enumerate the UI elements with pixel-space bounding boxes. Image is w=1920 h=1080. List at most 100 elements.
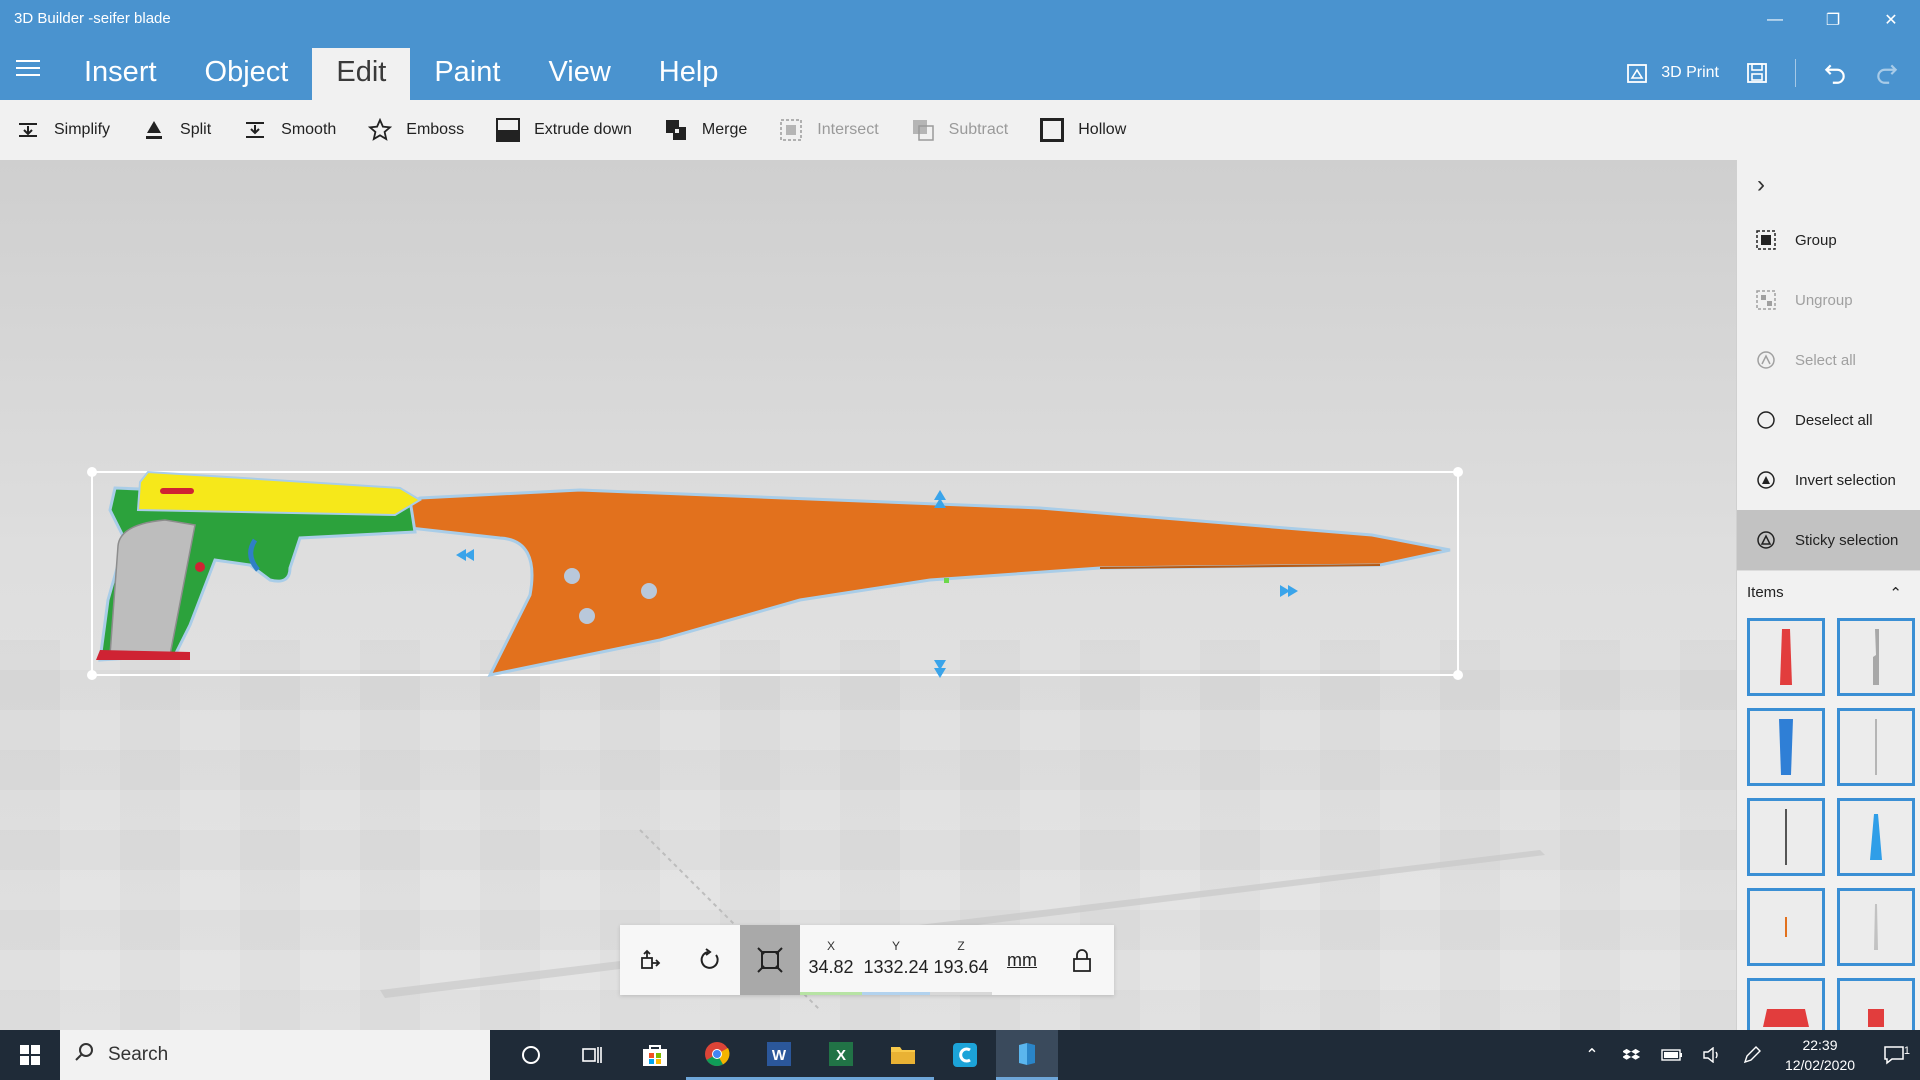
cortana-button[interactable] xyxy=(500,1030,562,1080)
x-value[interactable]: 34.82 xyxy=(808,957,853,978)
group-icon xyxy=(1755,229,1777,251)
ungroup-button[interactable]: Ungroup xyxy=(1737,270,1920,330)
z-value[interactable]: 193.64 xyxy=(933,957,988,978)
item-thumbnail[interactable] xyxy=(1747,888,1825,966)
item-thumbnail[interactable] xyxy=(1747,798,1825,876)
pivot-point xyxy=(944,578,949,583)
item-thumbnail[interactable] xyxy=(1837,618,1915,696)
tab-object[interactable]: Object xyxy=(181,48,313,100)
corner-handle-br[interactable] xyxy=(1453,670,1463,680)
3d-print-button[interactable]: 3D Print xyxy=(1625,61,1719,85)
ccleaner-app[interactable] xyxy=(934,1030,996,1080)
y-dimension[interactable]: Y 1332.24 xyxy=(862,925,930,995)
close-button[interactable]: ✕ xyxy=(1862,0,1920,40)
battery-tray-icon[interactable] xyxy=(1652,1049,1692,1061)
tab-edit[interactable]: Edit xyxy=(312,48,411,100)
corner-handle-tl[interactable] xyxy=(87,467,97,477)
invert-selection-icon xyxy=(1755,469,1777,491)
file-explorer-app[interactable] xyxy=(872,1030,934,1080)
show-hidden-icons-button[interactable]: ⌃ xyxy=(1572,1045,1612,1065)
simplify-button[interactable]: Simplify xyxy=(16,118,110,142)
start-button[interactable] xyxy=(0,1030,60,1080)
subtract-button[interactable]: Subtract xyxy=(911,118,1008,142)
extrude-down-icon xyxy=(496,118,521,142)
smooth-button[interactable]: Smooth xyxy=(243,118,336,142)
tab-insert[interactable]: Insert xyxy=(60,48,181,100)
task-view-icon xyxy=(582,1047,602,1063)
item-thumbnail[interactable] xyxy=(1837,708,1915,786)
store-app[interactable] xyxy=(624,1030,686,1080)
emboss-button[interactable]: Emboss xyxy=(368,118,464,142)
svg-text:W: W xyxy=(772,1047,787,1064)
select-all-icon xyxy=(1755,349,1777,371)
smooth-icon xyxy=(243,118,267,142)
tab-paint[interactable]: Paint xyxy=(410,48,524,100)
excel-app[interactable]: X xyxy=(810,1030,872,1080)
z-dimension[interactable]: Z 193.64 xyxy=(930,925,992,995)
red-part-icon xyxy=(1780,629,1792,685)
move-tool-button[interactable] xyxy=(620,925,680,995)
notification-count: 1 xyxy=(1903,1045,1910,1057)
minimize-button[interactable]: — xyxy=(1746,0,1804,40)
search-placeholder: Search xyxy=(108,1044,169,1065)
redo-icon[interactable] xyxy=(1874,60,1900,86)
merge-button[interactable]: Merge xyxy=(664,118,747,142)
3d-viewport[interactable] xyxy=(0,160,1736,1030)
task-view-button[interactable] xyxy=(562,1030,624,1080)
select-all-button[interactable]: Select all xyxy=(1737,330,1920,390)
x-dimension[interactable]: X 34.82 xyxy=(800,925,862,995)
menu-icon[interactable] xyxy=(16,60,40,76)
chevron-right-icon: › xyxy=(1757,171,1765,198)
invert-selection-label: Invert selection xyxy=(1795,471,1896,489)
extrude-down-button[interactable]: Extrude down xyxy=(496,118,632,142)
save-icon[interactable] xyxy=(1745,61,1769,85)
chrome-icon xyxy=(705,1041,730,1066)
split-button[interactable]: Split xyxy=(142,118,211,142)
pen-tray-icon[interactable] xyxy=(1732,1045,1772,1065)
move-left-arrow-icon[interactable] xyxy=(456,549,474,561)
emboss-label: Emboss xyxy=(406,121,465,138)
move-right-arrow-icon[interactable] xyxy=(1280,585,1298,597)
taskbar-search[interactable]: Search xyxy=(60,1030,490,1080)
y-value[interactable]: 1332.24 xyxy=(863,957,928,978)
intersect-button[interactable]: Intersect xyxy=(779,118,879,142)
blade-model[interactable] xyxy=(397,488,1451,678)
items-header[interactable]: Items ⌃ xyxy=(1737,570,1920,614)
group-button[interactable]: Group xyxy=(1737,210,1920,270)
ungroup-icon xyxy=(1755,289,1777,311)
split-label: Split xyxy=(180,121,212,138)
word-app[interactable]: W xyxy=(748,1030,810,1080)
item-thumbnail[interactable] xyxy=(1837,798,1915,876)
hollow-button[interactable]: Hollow xyxy=(1040,118,1126,142)
clock[interactable]: 22:39 12/02/2020 xyxy=(1772,1035,1868,1075)
sticky-selection-button[interactable]: Sticky selection xyxy=(1737,510,1920,570)
chrome-app[interactable] xyxy=(686,1030,748,1080)
3d-builder-app[interactable] xyxy=(996,1030,1058,1080)
volume-tray-icon[interactable] xyxy=(1692,1047,1732,1063)
item-thumbnail[interactable] xyxy=(1747,708,1825,786)
restore-button[interactable]: ❐ xyxy=(1804,0,1862,40)
chevron-up-icon: ⌃ xyxy=(1889,584,1902,602)
collapse-panel-button[interactable]: › xyxy=(1737,160,1920,210)
scale-icon xyxy=(757,947,783,973)
item-thumbnail[interactable] xyxy=(1747,618,1825,696)
rotate-tool-button[interactable] xyxy=(680,925,740,995)
lock-proportions-button[interactable] xyxy=(1052,925,1112,995)
move-up-arrow-icon[interactable] xyxy=(934,490,946,508)
split-icon xyxy=(142,118,166,142)
tab-help[interactable]: Help xyxy=(635,48,743,100)
invert-selection-button[interactable]: Invert selection xyxy=(1737,450,1920,510)
item-thumbnail[interactable] xyxy=(1837,888,1915,966)
undo-icon[interactable] xyxy=(1822,60,1848,86)
scale-tool-button[interactable] xyxy=(740,925,800,995)
unit-selector[interactable]: mm xyxy=(992,950,1052,971)
grey-pin-icon xyxy=(1874,904,1878,950)
deselect-all-button[interactable]: Deselect all xyxy=(1737,390,1920,450)
clock-time: 22:39 xyxy=(1802,1037,1838,1053)
corner-handle-bl[interactable] xyxy=(87,670,97,680)
tab-view[interactable]: View xyxy=(524,48,634,100)
corner-handle-tr[interactable] xyxy=(1453,467,1463,477)
dropbox-tray-icon[interactable] xyxy=(1612,1047,1652,1063)
action-center-button[interactable]: 1 xyxy=(1868,1045,1920,1065)
3d-builder-icon xyxy=(1019,1042,1035,1065)
